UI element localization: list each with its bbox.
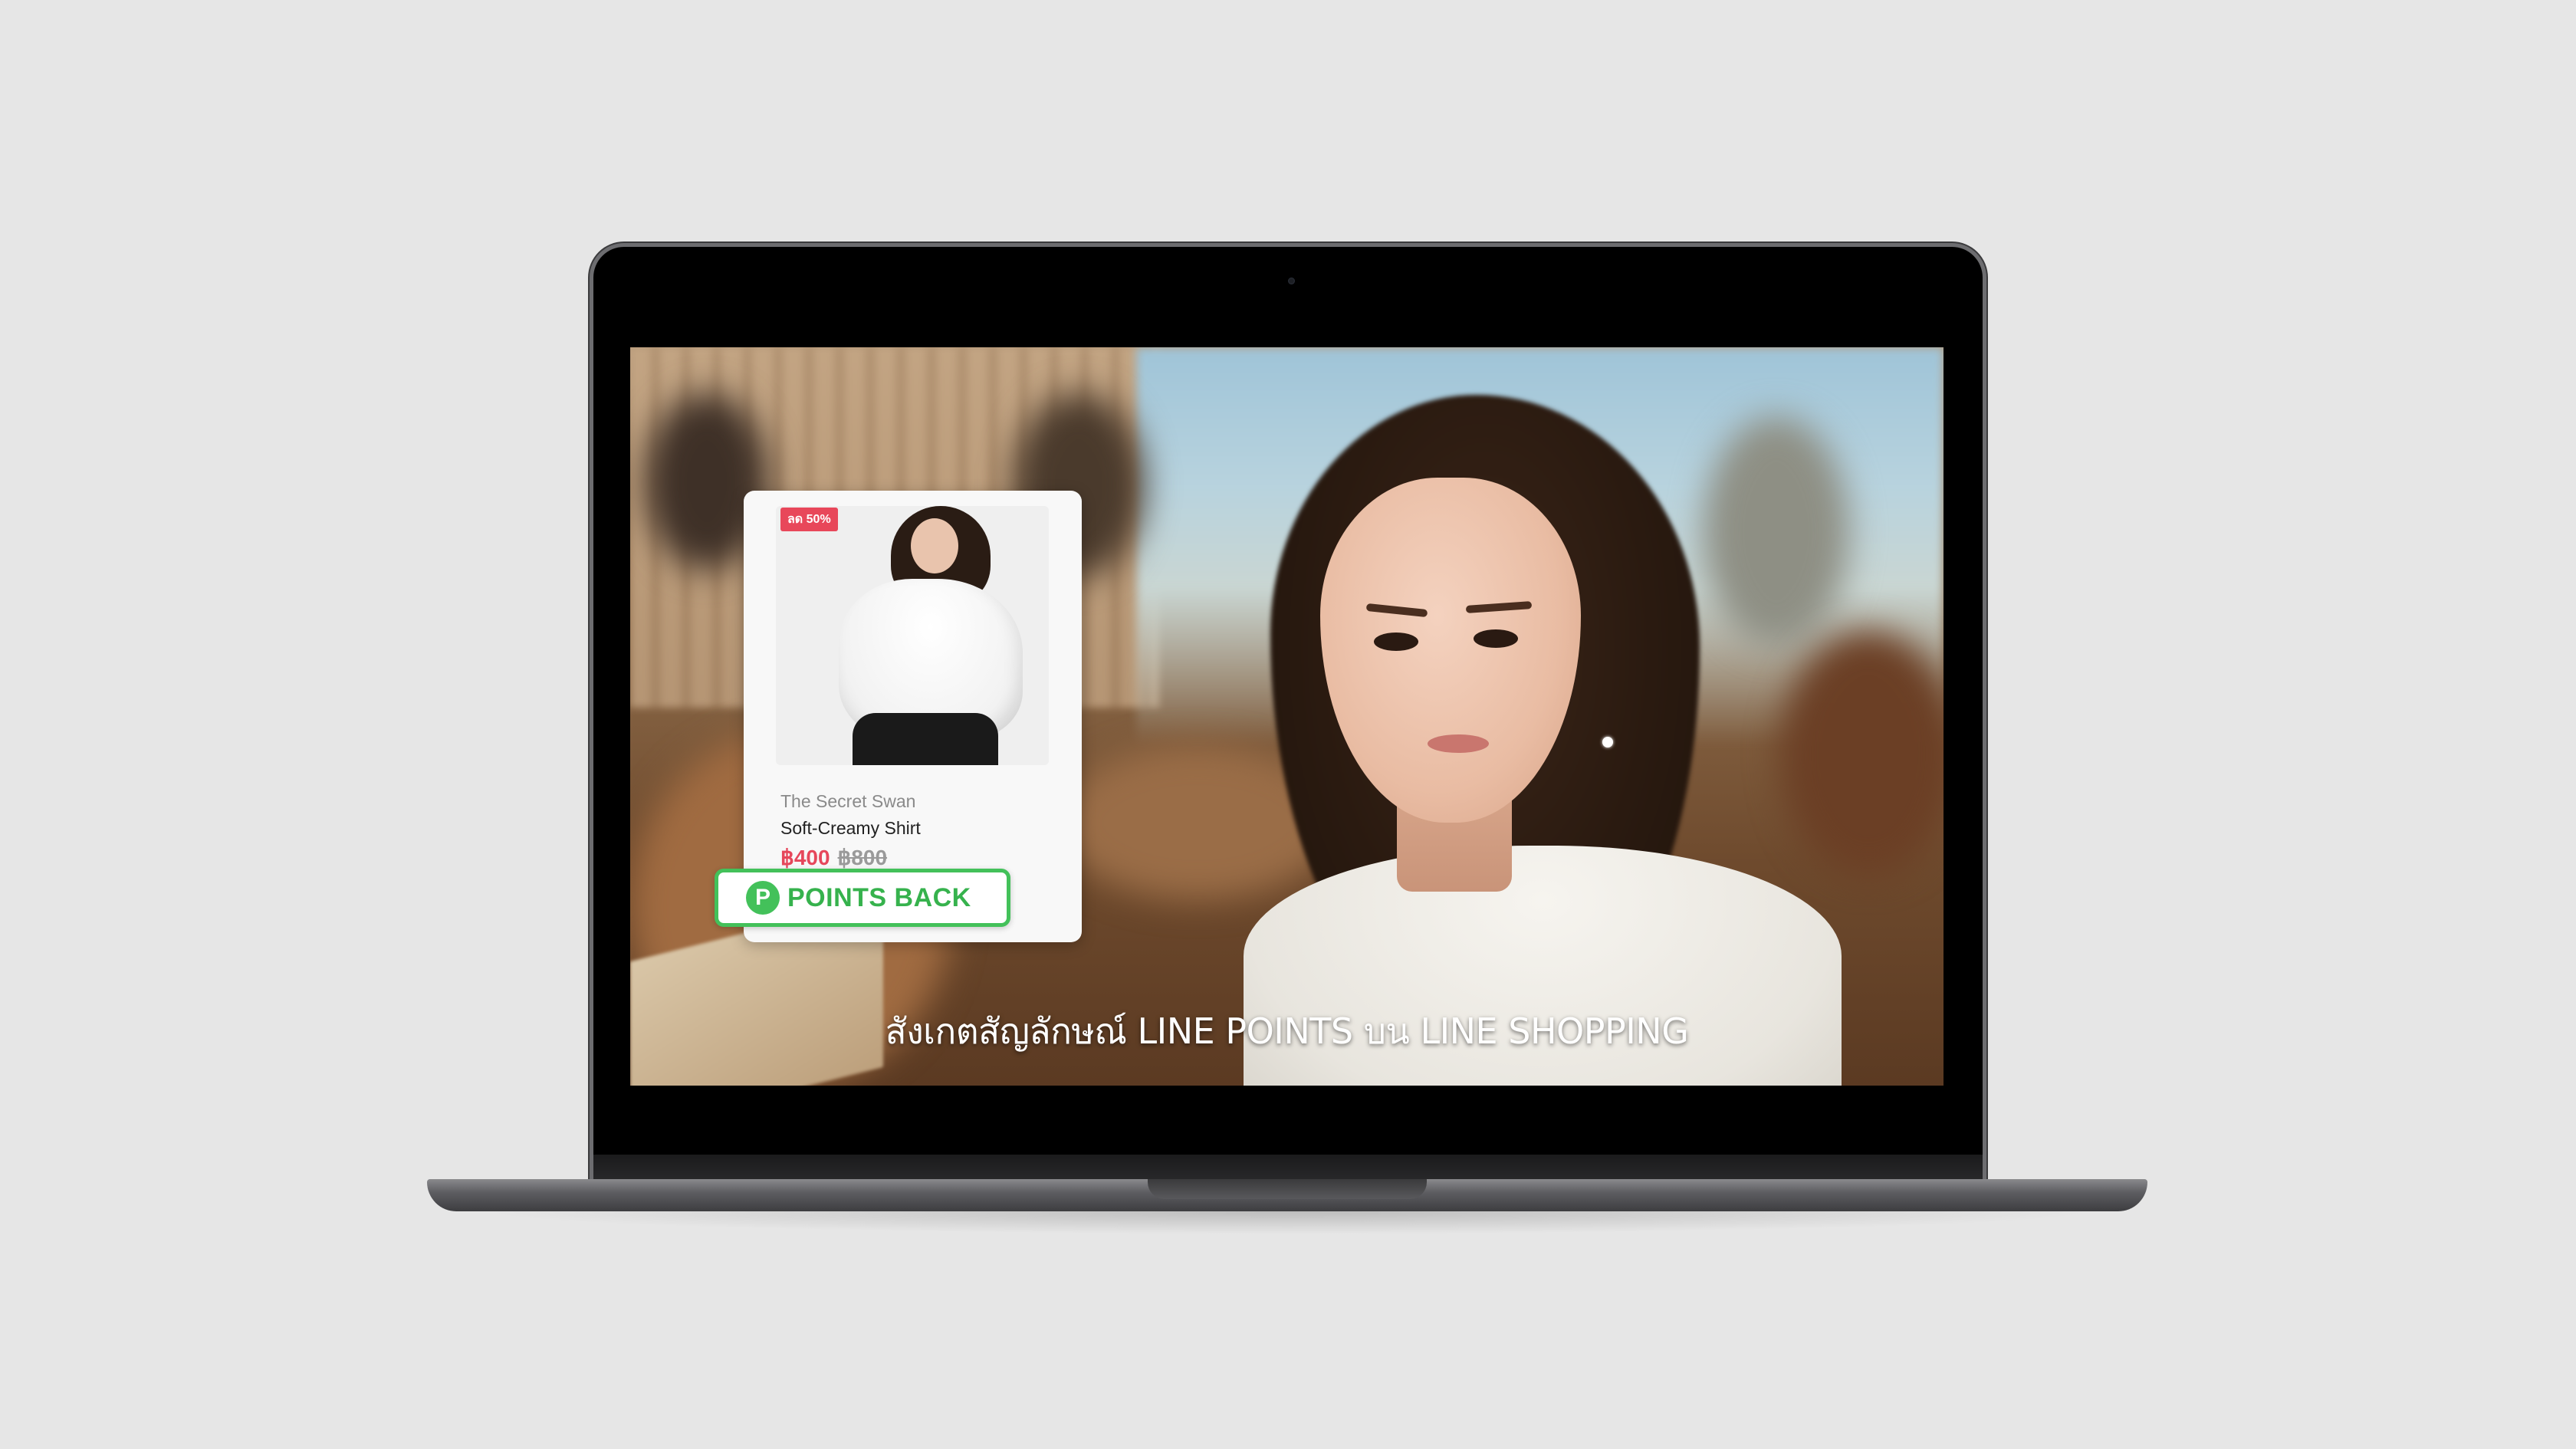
- woman-lips: [1428, 734, 1489, 753]
- woman-eye: [1374, 632, 1418, 651]
- model-pants: [853, 713, 998, 765]
- price-sale: ฿400: [780, 846, 830, 869]
- product-brand: The Secret Swan: [780, 791, 916, 811]
- laptop-hinge-notch: [1148, 1179, 1427, 1199]
- laptop-base: [427, 1179, 2147, 1211]
- points-back-badge[interactable]: P POINTS BACK: [715, 869, 1010, 927]
- points-back-label: POINTS BACK: [787, 882, 971, 912]
- video-screen[interactable]: ลด 50% The Secret Swan Soft-Creamy Shirt…: [630, 347, 1944, 1086]
- stage: ลด 50% The Secret Swan Soft-Creamy Shirt…: [0, 0, 2576, 1449]
- woman-eye: [1474, 629, 1518, 648]
- product-name[interactable]: Soft-Creamy Shirt: [780, 818, 921, 839]
- laptop-shadow: [475, 1211, 2101, 1234]
- product-image: [776, 506, 1049, 765]
- earring: [1602, 737, 1613, 748]
- points-icon: P: [746, 881, 780, 915]
- price-original: ฿800: [837, 846, 888, 869]
- background-person: [1704, 416, 1849, 646]
- model-face: [911, 518, 958, 573]
- price-row: ฿400 ฿800: [780, 845, 887, 870]
- background-chair: [1780, 631, 1944, 876]
- webcam-icon: [1288, 278, 1295, 284]
- video-subtitle: สังเกตสัญลักษณ์ LINE POINTS บน LINE SHOP…: [885, 1010, 1689, 1052]
- discount-badge: ลด 50%: [780, 508, 838, 531]
